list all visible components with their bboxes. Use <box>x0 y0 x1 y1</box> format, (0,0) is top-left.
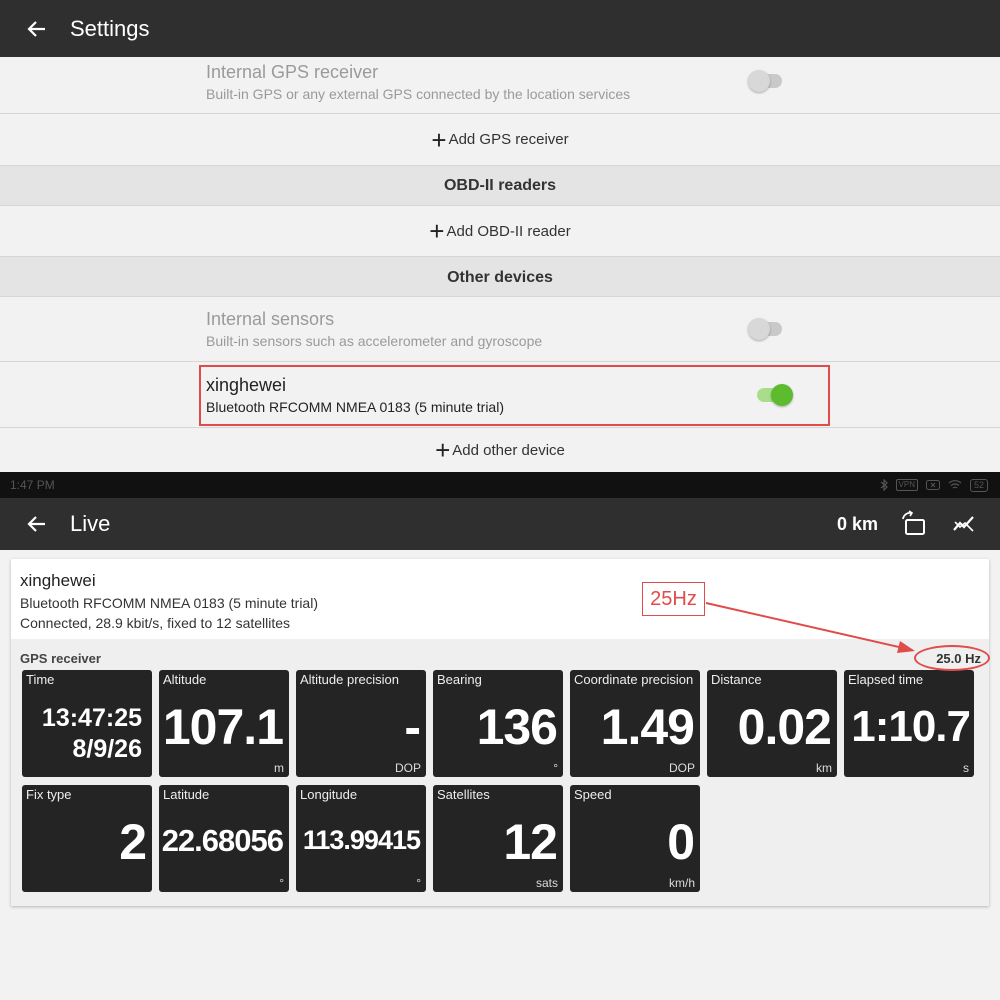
tile-label: Time <box>26 672 55 687</box>
device-name: xinghewei <box>20 571 96 590</box>
internal-sensors-toggle[interactable] <box>748 318 782 340</box>
tile-unit: ° <box>553 761 558 775</box>
vpn-icon: VPN <box>895 479 918 491</box>
tile-label: Altitude precision <box>300 672 399 687</box>
plus-icon: + <box>431 124 447 155</box>
device-protocol: Bluetooth RFCOMM NMEA 0183 (5 minute tri… <box>20 595 318 611</box>
tile-label: Distance <box>711 672 762 687</box>
tile-value: - <box>404 699 421 755</box>
tile-longitude: Longitude 113.99415 ° <box>296 785 426 892</box>
tile-label: Speed <box>574 787 612 802</box>
tile-distance: Distance 0.02 km <box>707 670 837 777</box>
device-subtitle: Built-in sensors such as accelerometer a… <box>206 333 543 349</box>
wifi-icon <box>948 480 962 490</box>
add-other-device-button[interactable]: + Add other device <box>0 428 1000 472</box>
device-subtitle: Built-in GPS or any external GPS connect… <box>206 86 631 102</box>
add-other-label: Add other device <box>452 441 565 459</box>
tile-value: 113.99415 <box>302 825 421 855</box>
device-title: Internal GPS receiver <box>206 62 379 82</box>
settings-app-bar: Settings <box>0 0 1000 57</box>
tile-unit: km/h <box>668 876 695 890</box>
tile-coordinate-precision: Coordinate precision 1.49 DOP <box>570 670 700 777</box>
tile-altitude-precision: Altitude precision - DOP <box>296 670 426 777</box>
tile-label: Fix type <box>26 787 72 802</box>
back-arrow-icon[interactable] <box>24 16 50 42</box>
tile-value: 2 <box>119 814 147 870</box>
add-obd-reader-button[interactable]: + Add OBD-II reader <box>0 206 1000 257</box>
tile-unit: m <box>274 761 284 775</box>
section-header-obd: OBD-II readers <box>0 166 1000 206</box>
internal-gps-toggle[interactable] <box>748 70 782 92</box>
tile-label: Coordinate precision <box>574 672 694 687</box>
tile-value: 1:10.7 <box>851 702 971 751</box>
tile-bearing: Bearing 136 ° <box>433 670 563 777</box>
add-obd-label: Add OBD-II reader <box>446 222 571 240</box>
plus-icon: + <box>435 435 451 465</box>
tile-unit: ° <box>279 876 284 890</box>
device-title: Internal sensors <box>206 309 335 329</box>
tile-value: 107.1 <box>162 699 284 755</box>
tile-date-value: 8/9/26 <box>72 735 142 763</box>
tile-elapsed-time: Elapsed time 1:10.7 s <box>844 670 974 777</box>
back-arrow-icon[interactable] <box>24 511 50 537</box>
tile-value: 136 <box>476 699 558 755</box>
live-app-bar: Live 0 km <box>0 498 1000 550</box>
distance-readout: 0 km <box>836 513 878 534</box>
annotation-label: 25Hz <box>642 582 705 616</box>
tile-speed: Speed 0 km/h <box>570 785 700 892</box>
bluetooth-icon <box>880 479 888 491</box>
tile-time-value: 13:47:25 <box>41 704 142 732</box>
gps-receiver-label: GPS receiver <box>20 651 101 666</box>
tile-latitude: Latitude 22.68056 ° <box>159 785 289 892</box>
tile-value: 22.68056 <box>161 823 284 858</box>
tile-value: 0 <box>667 814 695 870</box>
plus-icon: + <box>429 216 445 246</box>
tile-altitude: Altitude 107.1 m <box>159 670 289 777</box>
tile-label: Altitude <box>163 672 207 687</box>
tile-unit: DOP <box>668 761 695 775</box>
tile-label: Latitude <box>163 787 210 802</box>
page-title: Live <box>70 511 111 536</box>
graph-icon[interactable] <box>950 510 978 538</box>
add-gps-label: Add GPS receiver <box>448 131 569 148</box>
status-time: 1:47 PM <box>10 478 55 492</box>
tile-value: 0.02 <box>737 699 832 755</box>
tile-label: Elapsed time <box>848 672 924 687</box>
device-connection-status: Connected, 28.9 kbit/s, fixed to 12 sate… <box>20 615 291 631</box>
rotate-screen-icon[interactable] <box>900 510 928 538</box>
tile-satellites: Satellites 12 sats <box>433 785 563 892</box>
battery-icon: 52 <box>969 478 988 492</box>
device-row-internal-gps[interactable]: Internal GPS receiver Built-in GPS or an… <box>0 57 1000 114</box>
tile-value: 12 <box>503 814 558 870</box>
tile-fix-type: Fix type 2 <box>22 785 152 892</box>
annotation-highlight-box <box>199 365 830 426</box>
close-icon <box>925 480 940 490</box>
annotation-ellipse <box>914 645 990 671</box>
page-title: Settings <box>70 15 150 41</box>
tile-label: Satellites <box>437 787 490 802</box>
tile-value: 1.49 <box>600 699 695 755</box>
tile-unit: ° <box>416 876 421 890</box>
tile-unit: s <box>963 761 969 775</box>
tile-unit: DOP <box>394 761 421 775</box>
tile-unit: sats <box>535 876 558 890</box>
add-gps-receiver-button[interactable]: + Add GPS receiver <box>0 114 1000 166</box>
section-header-other-devices: Other devices <box>0 257 1000 297</box>
tile-unit: km <box>816 761 832 775</box>
tile-label: Longitude <box>300 787 358 802</box>
device-row-internal-sensors[interactable]: Internal sensors Built-in sensors such a… <box>0 297 1000 362</box>
status-bar: 1:47 PM VPN 52 <box>0 472 1000 498</box>
tile-time: Time 13:47:25 8/9/26 <box>22 670 152 777</box>
tile-label: Bearing <box>437 672 482 687</box>
annotation-arrow <box>705 602 915 653</box>
